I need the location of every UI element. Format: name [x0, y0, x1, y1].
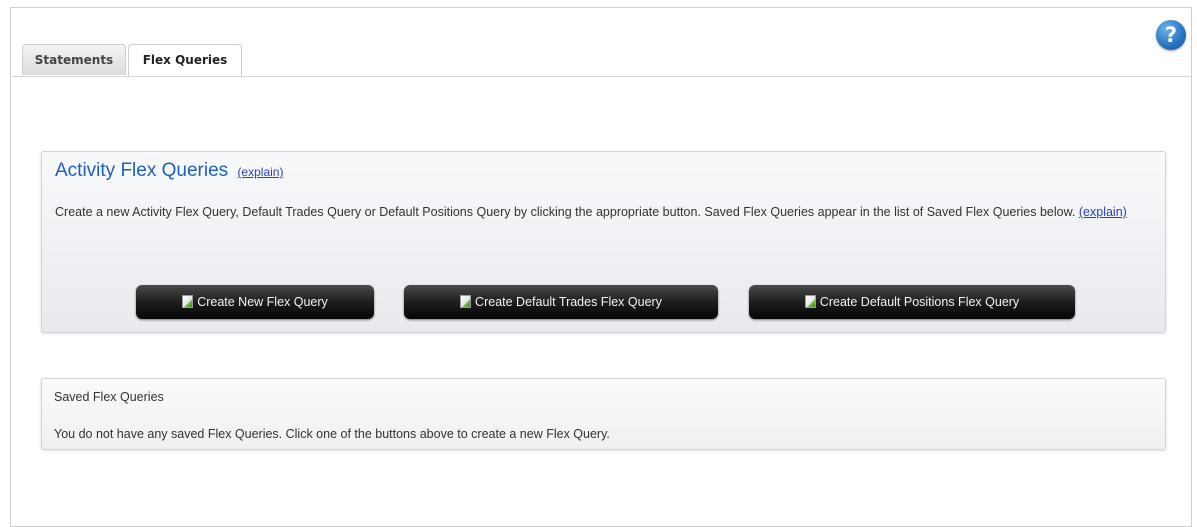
activity-description-text: Create a new Activity Flex Query, Defaul…: [55, 205, 1076, 219]
description-explain-link[interactable]: (explain): [1079, 205, 1127, 219]
saved-flex-queries-message: You do not have any saved Flex Queries. …: [54, 427, 610, 441]
tab-divider: [10, 76, 1192, 77]
create-new-flex-query-button[interactable]: Create New Flex Query: [136, 285, 374, 319]
document-icon: [460, 295, 472, 308]
saved-flex-queries-title: Saved Flex Queries: [54, 390, 164, 404]
document-icon: [182, 295, 194, 308]
activity-title: Activity Flex Queries (explain): [55, 160, 283, 182]
create-default-positions-button[interactable]: Create Default Positions Flex Query: [749, 285, 1075, 319]
create-default-trades-button[interactable]: Create Default Trades Flex Query: [404, 285, 718, 319]
activity-flex-queries-panel: Activity Flex Queries (explain) Create a…: [41, 151, 1166, 333]
tab-statements[interactable]: Statements: [22, 44, 126, 75]
create-default-trades-label: Create Default Trades Flex Query: [475, 295, 662, 309]
create-new-flex-query-label: Create New Flex Query: [197, 295, 328, 309]
activity-title-text: Activity Flex Queries: [55, 160, 229, 181]
tab-flex-queries[interactable]: Flex Queries: [128, 44, 242, 77]
saved-flex-queries-panel: Saved Flex Queries You do not have any s…: [41, 378, 1166, 450]
explain-link[interactable]: (explain): [237, 165, 283, 179]
activity-description: Create a new Activity Flex Query, Defaul…: [55, 202, 1155, 223]
create-default-positions-label: Create Default Positions Flex Query: [819, 295, 1020, 309]
help-icon[interactable]: ?: [1156, 20, 1186, 50]
document-icon: [804, 295, 816, 308]
